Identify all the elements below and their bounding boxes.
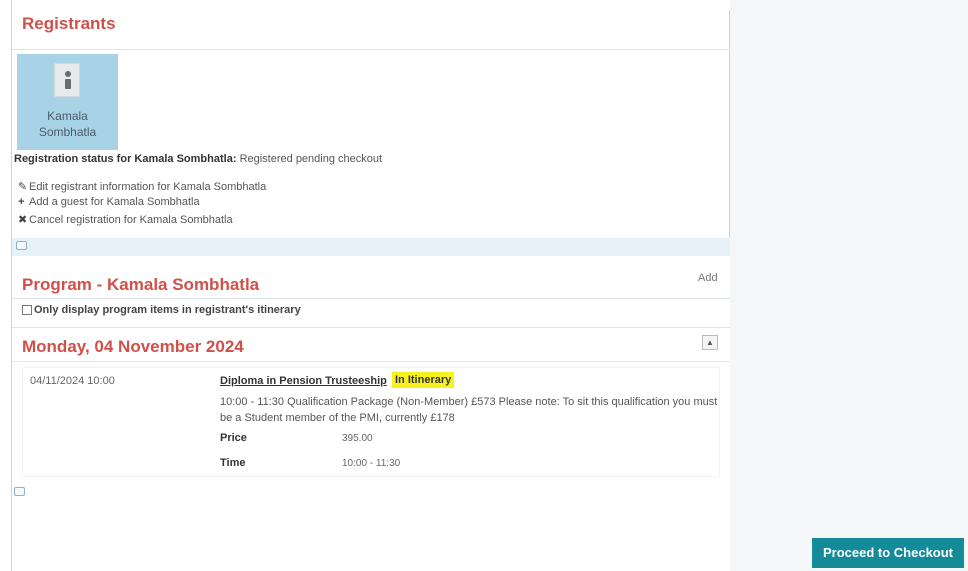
edit-registrant-link[interactable]: ✎ Edit registrant information for Kamala … (18, 180, 266, 193)
registration-status: Registration status for Kamala Sombhatla… (14, 153, 382, 165)
right-panel (730, 0, 968, 571)
itinerary-badge: In Itinerary (392, 372, 455, 388)
main-content: Registrants Kamala Sombhatla Registratio… (12, 0, 730, 571)
cancel-registration-label: Cancel registration for Kamala Sombhatla (29, 214, 233, 226)
comment-icon[interactable] (14, 487, 25, 496)
registrants-header (12, 10, 730, 50)
add-guest-label: Add a guest for Kamala Sombhatla (29, 196, 200, 208)
itinerary-filter-checkbox[interactable] (22, 305, 32, 315)
price-label: Price (220, 432, 247, 444)
registrants-footer (12, 238, 730, 256)
comment-icon[interactable] (16, 241, 27, 250)
time-value: 10:00 - 11:30 (342, 458, 401, 469)
person-icon (54, 63, 80, 97)
divider (12, 327, 730, 328)
registrant-tile[interactable]: Kamala Sombhatla (17, 54, 118, 150)
program-item-link[interactable]: Diploma in Pension Trusteeship (220, 375, 387, 387)
day-title: Monday, 04 November 2024 (22, 337, 244, 356)
time-label: Time (220, 457, 246, 469)
plus-icon: + (18, 196, 25, 208)
program-item-date: 04/11/2024 10:00 (30, 375, 115, 387)
cancel-registration-link[interactable]: ✖ Cancel registration for Kamala Sombhatl… (18, 213, 233, 226)
registration-status-value: Registered pending checkout (239, 153, 383, 165)
divider (12, 298, 730, 299)
proceed-to-checkout-button[interactable]: Proceed to Checkout (812, 538, 964, 568)
registrant-tile-name: Kamala Sombhatla (38, 109, 97, 139)
program-item-description: 10:00 - 11:30 Qualification Package (Non… (220, 396, 718, 424)
collapse-day-button[interactable]: ▲ (702, 335, 718, 350)
registration-status-label: Registration status for Kamala Sombhatla… (14, 153, 237, 165)
registrants-title: Registrants (22, 14, 116, 33)
add-guest-link[interactable]: + Add a guest for Kamala Sombhatla (18, 196, 200, 208)
divider (12, 361, 730, 362)
itinerary-filter-label: Only display program items in registrant… (34, 304, 301, 316)
price-value: 395.00 (342, 433, 373, 444)
program-title: Program - Kamala Sombhatla (22, 275, 260, 294)
add-program-link[interactable]: Add (698, 272, 718, 284)
x-icon: ✖ (18, 214, 28, 226)
itinerary-filter[interactable]: Only display program items in registrant… (22, 304, 301, 316)
pencil-icon: ✎ (18, 181, 28, 193)
edit-registrant-label: Edit registrant information for Kamala S… (29, 181, 267, 193)
